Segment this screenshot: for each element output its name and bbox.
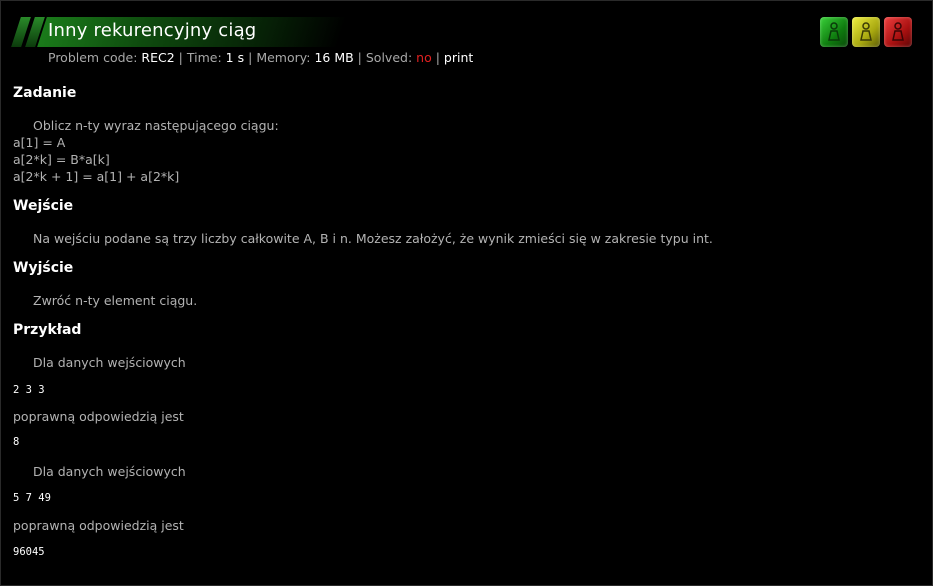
input-text: Na wejściu podane są trzy liczby całkowi… bbox=[13, 230, 713, 247]
status-icons bbox=[820, 17, 912, 47]
code-label: Problem code: bbox=[48, 50, 138, 65]
memory-label: Memory: bbox=[256, 50, 311, 65]
separator: | bbox=[357, 50, 362, 65]
output-text: Zwróć n-ty element ciągu. bbox=[13, 292, 197, 309]
task-line: a[1] = A bbox=[13, 135, 66, 150]
example-input-label: Dla danych wejściowych bbox=[13, 354, 186, 371]
problem-code: REC2 bbox=[141, 50, 175, 65]
example-input-label-text: Dla danych wejściowych bbox=[33, 464, 186, 479]
task-line: a[2*k + 1] = a[1] + a[2*k] bbox=[13, 169, 180, 184]
example-output-label: poprawną odpowiedzią jest bbox=[13, 409, 184, 424]
task-line: a[2*k] = B*a[k] bbox=[13, 152, 110, 167]
output-description: Zwróć n-ty element ciągu. bbox=[33, 293, 198, 308]
example-input-label-text: Dla danych wejściowych bbox=[33, 355, 186, 370]
print-link[interactable]: print bbox=[444, 50, 473, 65]
problem-title: Inny rekurencyjny ciąg bbox=[48, 20, 257, 41]
example-output: 8 bbox=[13, 436, 20, 448]
solved-status: no bbox=[416, 50, 432, 65]
example-output-label: poprawną odpowiedzią jest bbox=[13, 518, 184, 533]
memory-limit: 16 MB bbox=[314, 50, 354, 65]
problem-meta: Problem code: REC2 | Time: 1 s | Memory:… bbox=[48, 50, 473, 65]
example-input-label: Dla danych wejściowych bbox=[13, 463, 186, 480]
task-heading: Zadanie bbox=[13, 85, 77, 101]
task-body: Oblicz n-ty wyraz następującego ciągu: a… bbox=[13, 117, 279, 185]
input-description: Na wejściu podane są trzy liczby całkowi… bbox=[33, 231, 713, 246]
separator: | bbox=[248, 50, 253, 65]
example-input: 5 7 49 bbox=[13, 492, 51, 504]
time-limit: 1 s bbox=[225, 50, 245, 65]
output-heading: Wyjście bbox=[13, 260, 74, 276]
example-output: 96045 bbox=[13, 546, 45, 558]
time-label: Time: bbox=[186, 50, 222, 65]
separator: | bbox=[178, 50, 183, 65]
green-person-icon[interactable] bbox=[820, 17, 848, 47]
example-heading: Przykład bbox=[13, 322, 82, 338]
example-input: 2 3 3 bbox=[13, 384, 45, 396]
solved-label: Solved: bbox=[365, 50, 413, 65]
yellow-person-icon[interactable] bbox=[852, 17, 880, 47]
red-person-icon[interactable] bbox=[884, 17, 912, 47]
separator: | bbox=[435, 50, 440, 65]
task-intro: Oblicz n-ty wyraz następującego ciągu: bbox=[33, 118, 279, 133]
input-heading: Wejście bbox=[13, 198, 74, 214]
